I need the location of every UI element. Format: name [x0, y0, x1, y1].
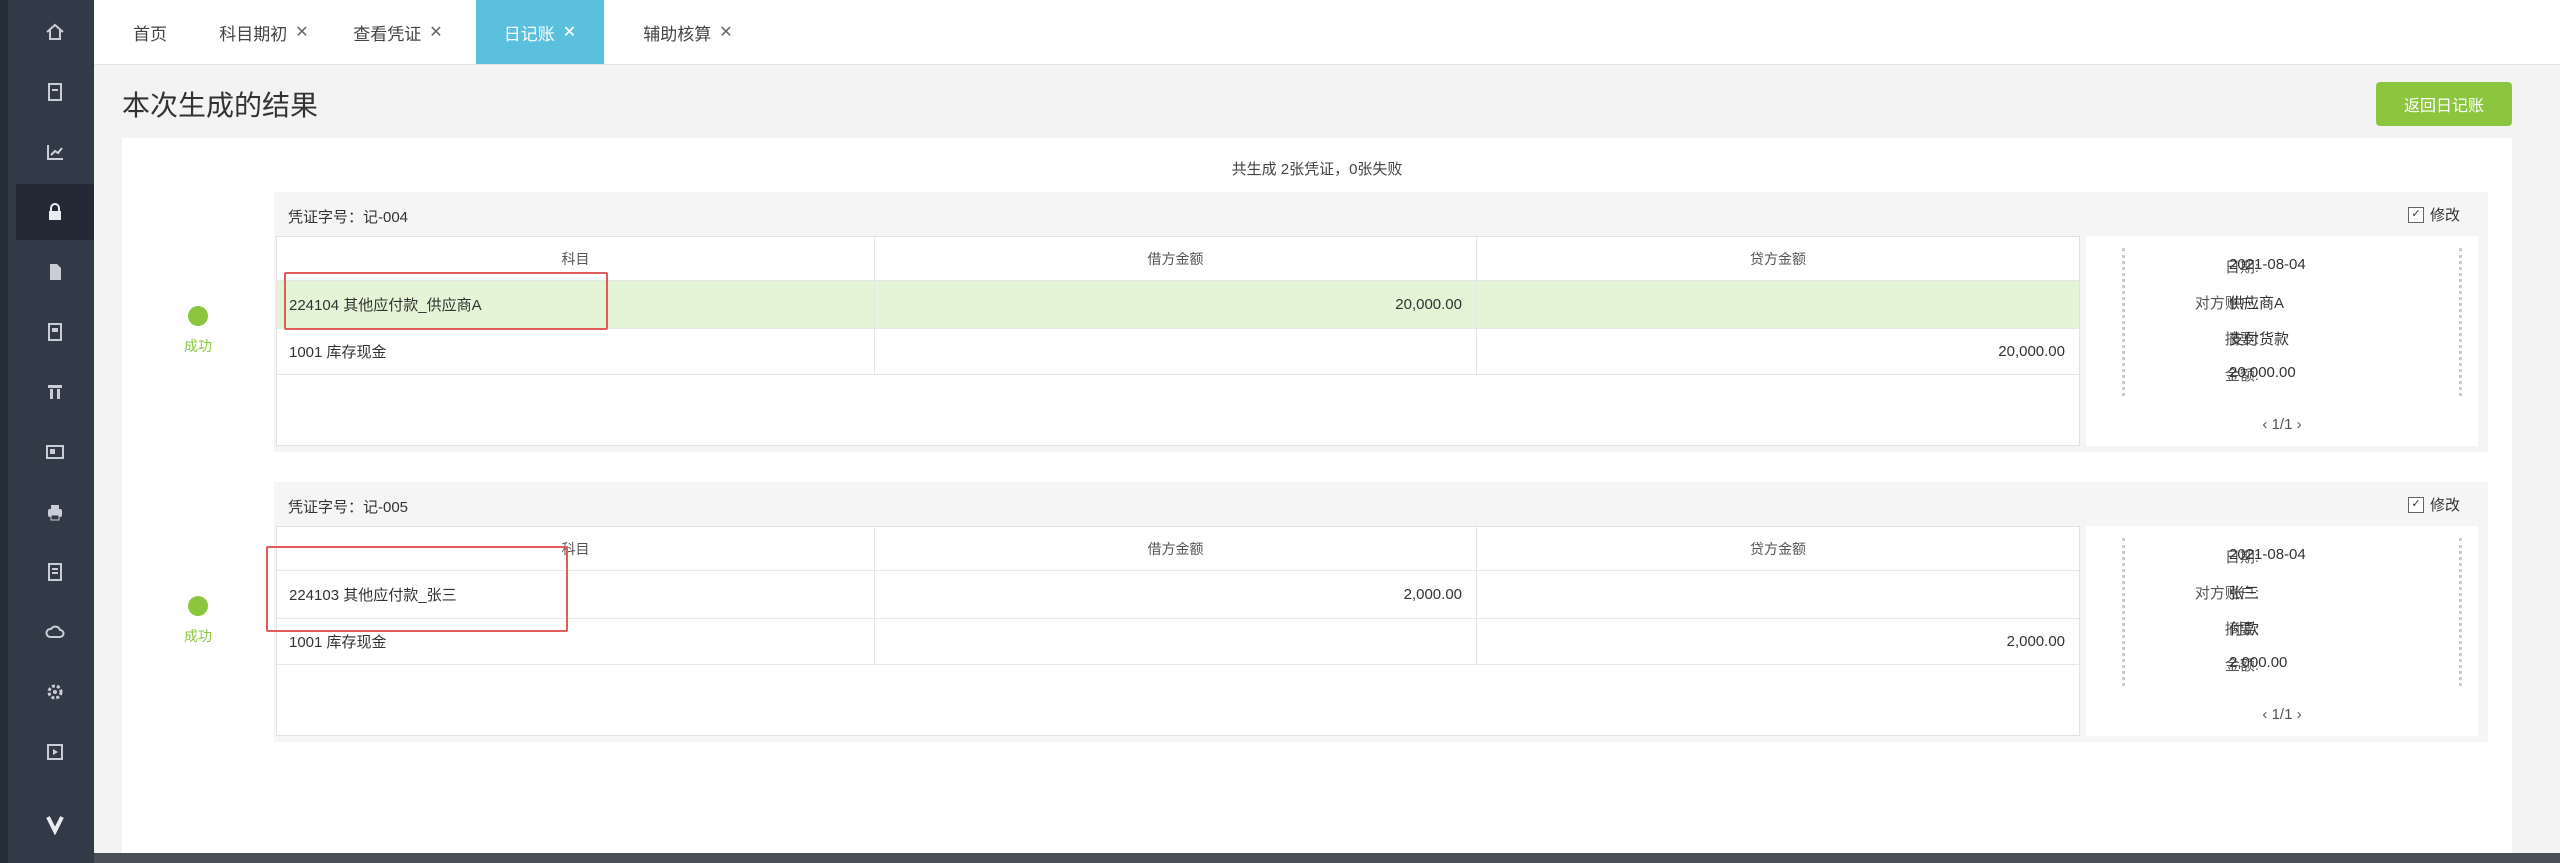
building-icon[interactable] [16, 364, 94, 420]
tab-label: 日记账 [503, 24, 555, 44]
annotation-box [266, 546, 568, 632]
tab-view-voucher[interactable]: 查看凭证 ✕ [336, 0, 460, 64]
close-icon[interactable]: ✕ [563, 22, 576, 42]
credit-cell [1477, 571, 2079, 618]
account-cell: 1001 库存现金 [277, 329, 875, 374]
voucher-status: 成功 [122, 596, 274, 646]
voucher-number: 凭证字号：记-004 [288, 209, 409, 226]
sidebar [0, 0, 94, 863]
close-icon[interactable]: ✕ [295, 22, 308, 42]
tab-journal[interactable]: 日记账 ✕ [476, 0, 604, 64]
header-credit: 贷方金额 [1750, 250, 1806, 267]
edit-checkbox-icon[interactable]: ✓ [2407, 206, 2424, 223]
debit-cell [875, 329, 1477, 374]
voucher-card: 凭证字号：记-005 ✓ 修改 科目 借方金额 贷方金额 224103 其他应付… [274, 482, 2488, 742]
document-icon[interactable] [16, 64, 94, 120]
back-to-journal-button[interactable]: 返回日记账 [2376, 82, 2512, 126]
play-icon[interactable] [16, 724, 94, 780]
edit-label: 修改 [2429, 207, 2460, 224]
success-dot-icon [188, 596, 208, 616]
credit-cell: 20,000.00 [1998, 343, 2065, 360]
report-icon[interactable] [16, 304, 94, 360]
info-pager[interactable]: ‹ 1/1 › [2086, 706, 2478, 723]
debit-cell: 2,000.00 [875, 571, 1477, 618]
info-card: 日期: 2021-08-04 对方账户: 张三 摘要: 付款 金额: 2,000… [2122, 538, 2462, 686]
tab-auxiliary-accounting[interactable]: 辅助核算 ✕ [616, 0, 760, 64]
voucher-header: 凭证字号：记-004 ✓ 修改 [274, 192, 2488, 236]
info-card: 日期: 2021-08-04 对方账户: 供应商A 摘要: 支付货款 金额: 2… [2122, 248, 2462, 396]
tab-home[interactable]: 首页 [108, 0, 192, 64]
settings-icon[interactable] [16, 664, 94, 720]
card-icon[interactable] [16, 424, 94, 480]
cloud-icon[interactable] [16, 604, 94, 660]
voucher-number: 凭证字号：记-005 [288, 499, 409, 516]
entry-table: 科目 借方金额 贷方金额 224104 其他应付款_供应商A 20,000.00… [276, 236, 2080, 446]
status-text: 成功 [184, 628, 212, 644]
voucher-info: 日期: 2021-08-04 对方账户: 供应商A 摘要: 支付货款 金额: 2… [2086, 236, 2478, 446]
voucher-status: 成功 [122, 306, 274, 356]
header-debit: 借方金额 [875, 237, 1477, 280]
lock-icon[interactable] [16, 184, 94, 240]
info-pager[interactable]: ‹ 1/1 › [2086, 416, 2478, 433]
close-icon[interactable]: ✕ [719, 22, 732, 42]
edit-button[interactable]: ✓ 修改 [2407, 494, 2460, 515]
credit-cell: 2,000.00 [2006, 633, 2065, 650]
result-panel: 共生成 2张凭证，0张失败 成功 凭证字号：记-004 ✓ 修改 科目 借方金额… [122, 138, 2512, 863]
home-icon[interactable] [16, 4, 94, 60]
ledger-icon[interactable] [16, 544, 94, 600]
header-debit: 借方金额 [875, 527, 1477, 570]
voucher-info: 日期: 2021-08-04 对方账户: 张三 摘要: 付款 金额: 2,000… [2086, 526, 2478, 736]
success-dot-icon [188, 306, 208, 326]
generation-summary: 共生成 2张凭证，0张失败 [1231, 161, 1403, 178]
tab-label: 查看凭证 [353, 24, 422, 44]
print-icon[interactable] [16, 484, 94, 540]
chart-icon[interactable] [16, 124, 94, 180]
tab-label: 科目期初 [219, 24, 288, 44]
voucher-header: 凭证字号：记-005 ✓ 修改 [274, 482, 2488, 526]
tab-account-opening[interactable]: 科目期初 ✕ [202, 0, 326, 64]
v-logo-icon [16, 796, 94, 852]
edit-button[interactable]: ✓ 修改 [2407, 204, 2460, 225]
file-icon[interactable] [16, 244, 94, 300]
credit-cell [1477, 281, 2079, 328]
page-title: 本次生成的结果 [122, 90, 319, 121]
edit-checkbox-icon[interactable]: ✓ [2407, 496, 2424, 513]
table-row[interactable]: 1001 库存现金 20,000.00 [277, 329, 2079, 375]
debit-cell: 20,000.00 [875, 281, 1477, 328]
annotation-box [284, 272, 608, 330]
debit-cell [875, 619, 1477, 664]
header-credit: 贷方金额 [1750, 540, 1806, 557]
tab-label: 辅助核算 [643, 24, 712, 44]
close-icon[interactable]: ✕ [429, 22, 442, 42]
tab-label: 首页 [133, 24, 167, 44]
status-text: 成功 [184, 338, 212, 354]
tab-bar: 首页 科目期初 ✕ 查看凭证 ✕ 日记账 ✕ 辅助核算 ✕ [94, 0, 2560, 65]
edit-label: 修改 [2429, 497, 2460, 514]
bottom-bar [94, 853, 2560, 863]
